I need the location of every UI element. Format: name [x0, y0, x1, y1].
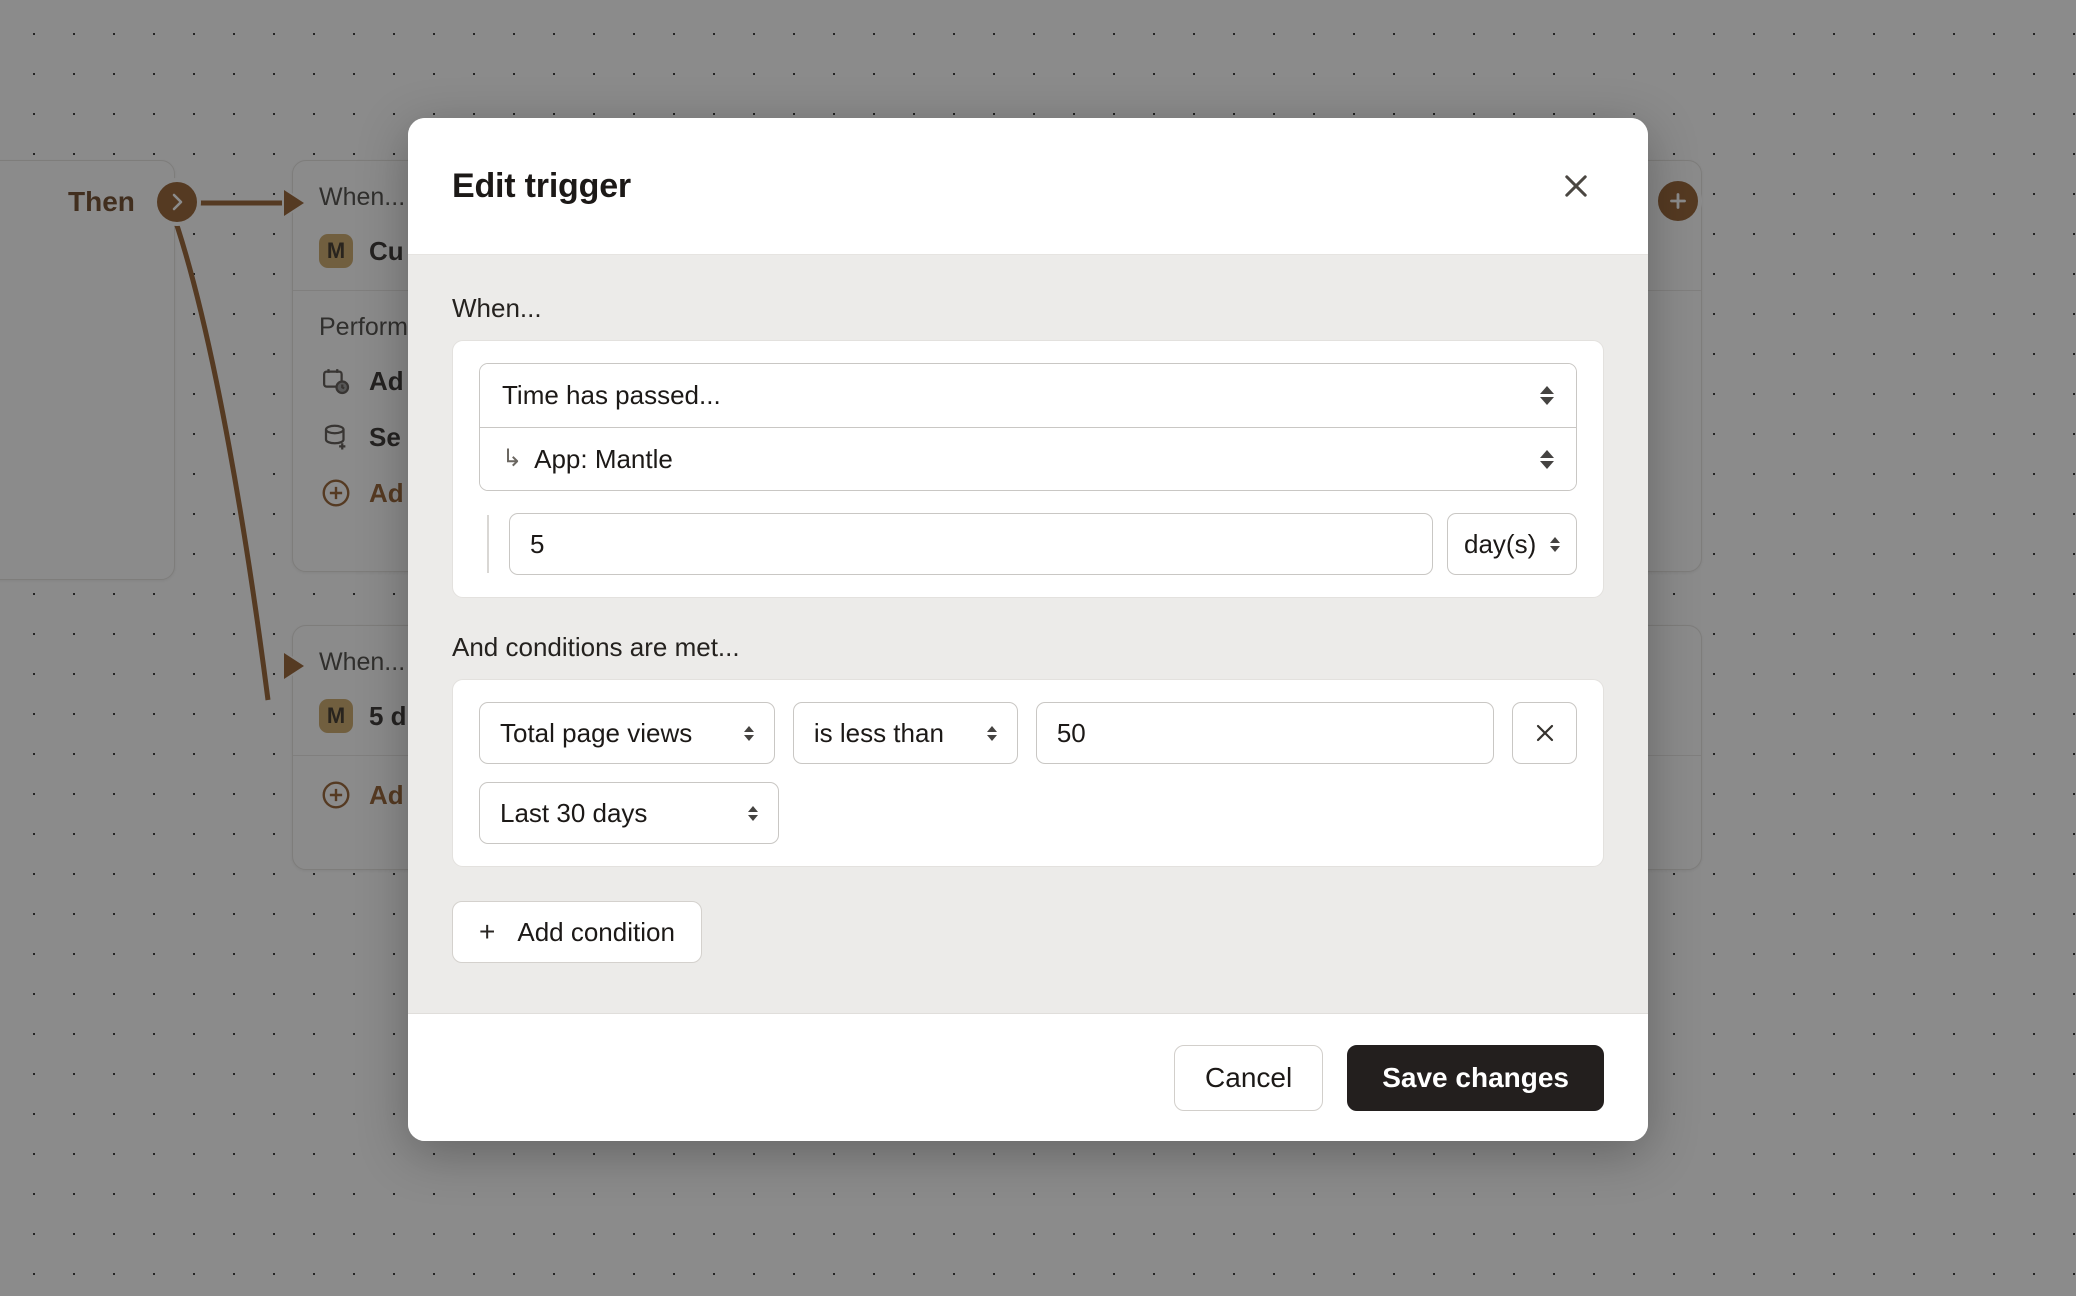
automation-canvas: When... M Cu Perform... Ad	[0, 0, 2076, 1296]
condition-metric-select[interactable]: Total page views	[479, 702, 775, 764]
trigger-select-stack: Time has passed... ↳ App: Mantle	[479, 363, 1577, 491]
select-updown-icon	[1540, 386, 1554, 405]
indent-guide	[487, 515, 489, 573]
select-updown-icon	[1540, 449, 1554, 469]
select-updown-icon	[743, 725, 754, 741]
condition-line-timeframe: Last 30 days	[479, 782, 1577, 844]
when-section-label: When...	[452, 293, 542, 323]
cancel-button[interactable]: Cancel	[1174, 1044, 1324, 1111]
trigger-app-select[interactable]: ↳ App: Mantle	[480, 427, 1576, 490]
modal-body: When... Time has passed... ↳ App: Mantle	[408, 255, 1648, 1013]
remove-condition-button[interactable]	[1512, 702, 1577, 764]
condition-value-input[interactable]	[1035, 702, 1495, 764]
trigger-type-value: Time has passed...	[502, 380, 721, 410]
select-updown-icon	[1550, 536, 1560, 552]
condition-line-primary: Total page views is less than	[479, 702, 1577, 764]
add-condition-label: Add condition	[517, 916, 675, 947]
plus-icon: +	[479, 916, 496, 947]
duration-row: day(s)	[479, 513, 1577, 575]
duration-unit-select[interactable]: day(s)	[1447, 513, 1577, 575]
condition-row: Total page views is less than 50 Last 30…	[479, 702, 1577, 844]
select-updown-icon	[986, 725, 997, 741]
save-changes-button[interactable]: Save changes	[1347, 1044, 1604, 1111]
trigger-app-value-wrap: ↳ App: Mantle	[502, 444, 673, 475]
trigger-app-value: App: Mantle	[534, 443, 673, 474]
edit-trigger-modal: Edit trigger When... Time has passed...	[408, 118, 1648, 1141]
select-updown-icon	[748, 805, 758, 821]
condition-metric-value: Total page views	[500, 717, 693, 748]
when-panel: Time has passed... ↳ App: Mantle 5 day(s…	[452, 340, 1604, 598]
condition-operator-select[interactable]: is less than	[792, 702, 1018, 764]
add-condition-button[interactable]: + Add condition	[452, 901, 702, 963]
modal-title: Edit trigger	[452, 166, 631, 205]
conditions-panel: Total page views is less than 50 Last 30…	[452, 679, 1604, 867]
close-icon[interactable]	[1548, 158, 1604, 214]
subtask-arrow-icon: ↳	[502, 445, 523, 472]
modal-footer: Cancel Save changes	[408, 1013, 1648, 1141]
trigger-type-select[interactable]: Time has passed...	[480, 364, 1576, 427]
modal-header: Edit trigger	[408, 118, 1648, 255]
duration-amount-input[interactable]	[509, 513, 1433, 575]
condition-timeframe-select[interactable]: Last 30 days	[479, 782, 779, 844]
condition-operator-value: is less than	[813, 717, 944, 748]
duration-unit-value: day(s)	[1464, 528, 1537, 559]
conditions-section-label: And conditions are met...	[452, 632, 740, 662]
condition-timeframe-value: Last 30 days	[500, 797, 648, 828]
